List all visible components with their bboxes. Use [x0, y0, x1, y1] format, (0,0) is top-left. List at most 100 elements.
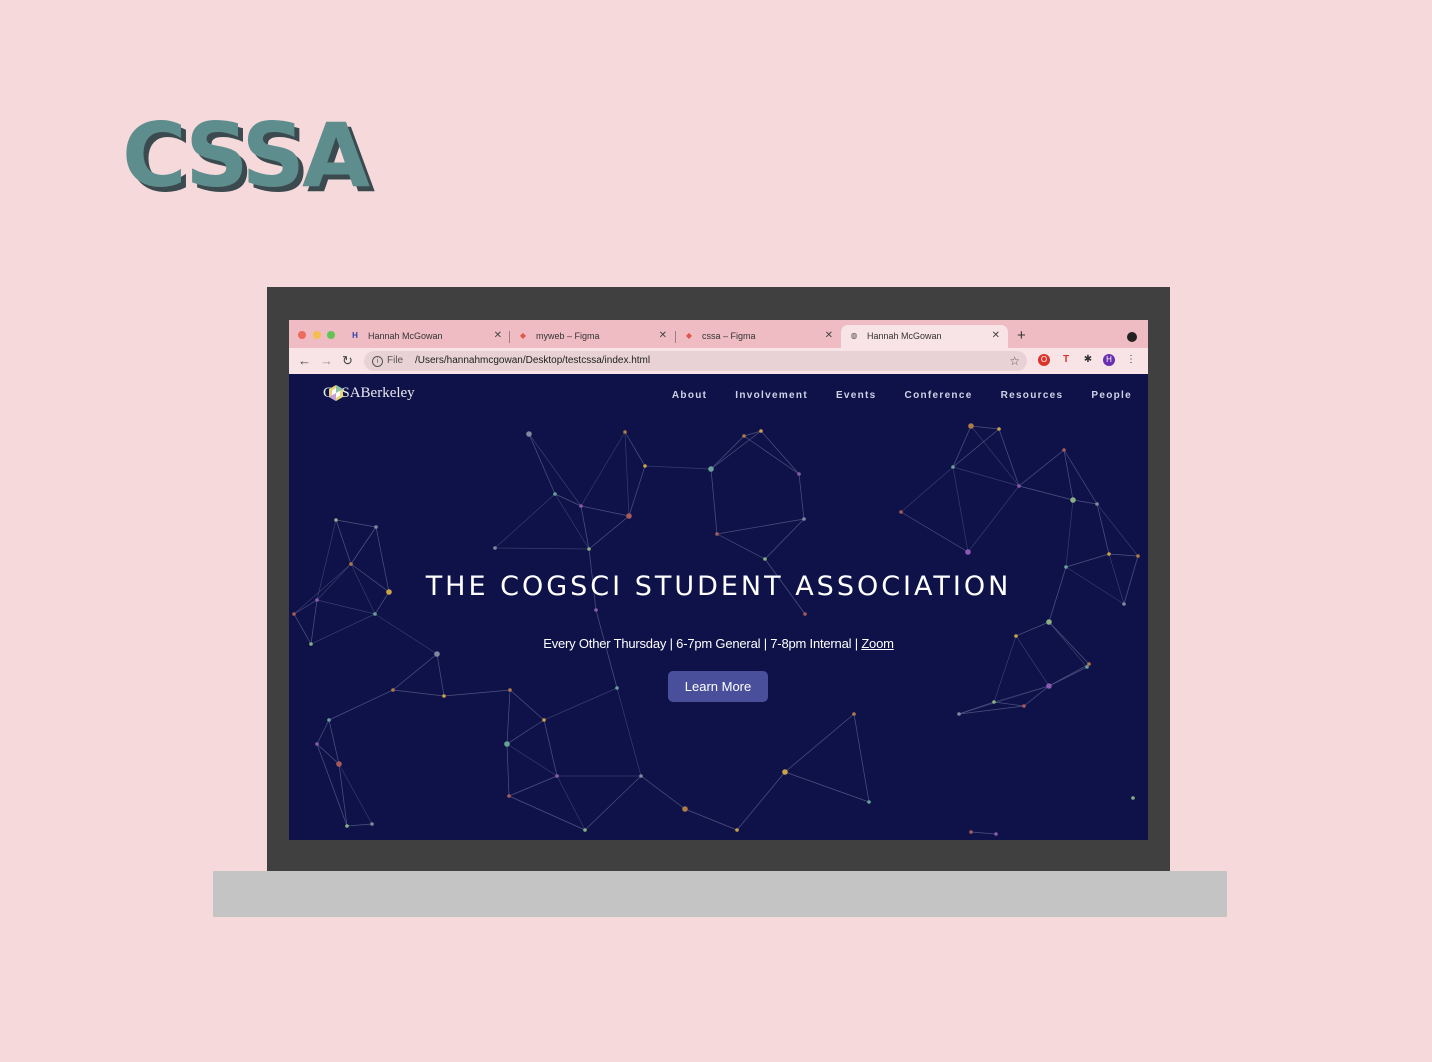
close-tab-icon[interactable]: ✕	[992, 325, 1000, 347]
network-node	[626, 513, 632, 519]
close-tab-icon[interactable]: ✕	[494, 325, 502, 347]
cssa-logo-heading: CSSA	[122, 104, 370, 207]
network-node	[852, 712, 856, 716]
network-line	[998, 428, 1020, 487]
network-line	[316, 743, 348, 827]
browser-tab[interactable]: ◆ myweb – Figma ✕	[510, 325, 675, 348]
browser-tab-active[interactable]: ◍ Hannah McGowan ✕	[841, 325, 1008, 348]
back-arrow-icon[interactable]: ←	[298, 351, 311, 371]
network-line	[293, 599, 318, 615]
network-line	[350, 526, 377, 565]
site-nav: About Involvement Events Conference Reso…	[672, 390, 1132, 401]
maximize-window-button[interactable]	[327, 331, 335, 339]
network-line	[392, 653, 438, 691]
close-tab-icon[interactable]: ✕	[659, 325, 667, 347]
network-line	[743, 430, 762, 437]
network-line	[970, 831, 997, 835]
tab-bar: H Hannah McGowan ✕ ◆ myweb – Figma ✕ ◆ c…	[289, 320, 1148, 348]
network-line	[436, 653, 445, 697]
network-line	[716, 533, 766, 560]
network-line	[1048, 663, 1090, 687]
tab-title: Hannah McGowan	[867, 331, 942, 341]
network-node	[373, 612, 377, 616]
network-line	[952, 466, 1020, 487]
network-line	[1065, 499, 1074, 568]
network-line	[640, 775, 686, 810]
network-node	[867, 800, 871, 804]
network-node	[957, 712, 961, 716]
puzzle-extensions-icon[interactable]: ✱	[1082, 354, 1094, 366]
bookmark-star-icon[interactable]: ☆	[1009, 351, 1020, 371]
hero-subtitle: Every Other Thursday | 6-7pm General | 7…	[289, 636, 1148, 651]
network-node	[526, 431, 532, 437]
adblock-extension-icon[interactable]: O	[1038, 354, 1050, 366]
network-node	[555, 774, 559, 778]
network-line	[970, 425, 1020, 487]
close-tab-icon[interactable]: ✕	[825, 325, 833, 347]
network-node	[315, 742, 319, 746]
network-line	[543, 687, 618, 721]
profile-avatar[interactable]: H	[1103, 354, 1115, 366]
network-node	[782, 769, 788, 775]
network-line	[528, 433, 556, 495]
tab-search-icon[interactable]	[1127, 332, 1137, 342]
network-node	[803, 612, 807, 616]
network-line	[952, 425, 972, 468]
network-line	[798, 473, 805, 520]
site-logo[interactable]: CSSABerkeley	[323, 385, 415, 402]
network-node	[1136, 554, 1140, 558]
close-window-button[interactable]	[298, 331, 306, 339]
learn-more-button[interactable]: Learn More	[668, 671, 768, 702]
address-bar[interactable]: i File /Users/hannahmcgowan/Desktop/test…	[364, 351, 1027, 371]
nav-link-about[interactable]: About	[672, 390, 707, 401]
nav-link-conference[interactable]: Conference	[905, 390, 973, 401]
nav-link-people[interactable]: People	[1091, 390, 1132, 401]
network-node	[504, 741, 510, 747]
network-line	[967, 485, 1020, 553]
network-line	[644, 465, 712, 470]
network-node	[1070, 497, 1076, 503]
network-line	[684, 808, 738, 831]
network-node	[797, 472, 801, 476]
network-line	[760, 430, 800, 475]
browser-tab[interactable]: ◆ cssa – Figma ✕	[676, 325, 841, 348]
forward-arrow-icon[interactable]: →	[320, 351, 333, 371]
network-node	[643, 464, 647, 468]
hm-favicon-icon: H	[352, 331, 358, 340]
network-line	[784, 771, 870, 803]
figma-icon: ◆	[685, 331, 693, 340]
network-line	[624, 431, 646, 467]
translate-extension-icon[interactable]: T	[1060, 354, 1072, 366]
network-line	[584, 775, 642, 831]
new-tab-icon[interactable]: +	[1017, 325, 1026, 347]
zoom-link[interactable]: Zoom	[861, 636, 894, 651]
browser-menu-icon[interactable]: ⋮	[1125, 354, 1137, 366]
network-node	[391, 688, 395, 692]
nav-link-involvement[interactable]: Involvement	[735, 390, 808, 401]
network-line	[616, 687, 642, 777]
nav-link-events[interactable]: Events	[836, 390, 877, 401]
network-line	[316, 719, 330, 745]
laptop-base	[213, 871, 1227, 917]
hero-schedule-text: Every Other Thursday | 6-7pm General | 7…	[543, 636, 862, 651]
minimize-window-button[interactable]	[313, 331, 321, 339]
network-node	[951, 465, 955, 469]
network-line	[328, 689, 394, 721]
browser-tab[interactable]: H Hannah McGowan ✕	[342, 325, 510, 348]
network-node	[349, 562, 353, 566]
network-background	[292, 423, 1140, 836]
network-node	[334, 518, 338, 522]
network-line	[900, 511, 969, 553]
reload-icon[interactable]: ↻	[342, 351, 353, 371]
nav-link-resources[interactable]: Resources	[1001, 390, 1064, 401]
network-node	[759, 429, 763, 433]
network-line	[1018, 485, 1074, 501]
network-node	[965, 549, 971, 555]
network-line	[628, 465, 646, 517]
network-node	[583, 828, 587, 832]
network-node	[1046, 619, 1052, 625]
url-text[interactable]: /Users/hannahmcgowan/Desktop/testcssa/in…	[415, 351, 650, 371]
network-line	[556, 775, 586, 831]
website-viewport: CSSABerkeley About Involvement Events Co…	[289, 374, 1148, 840]
info-icon[interactable]: i	[372, 356, 383, 367]
